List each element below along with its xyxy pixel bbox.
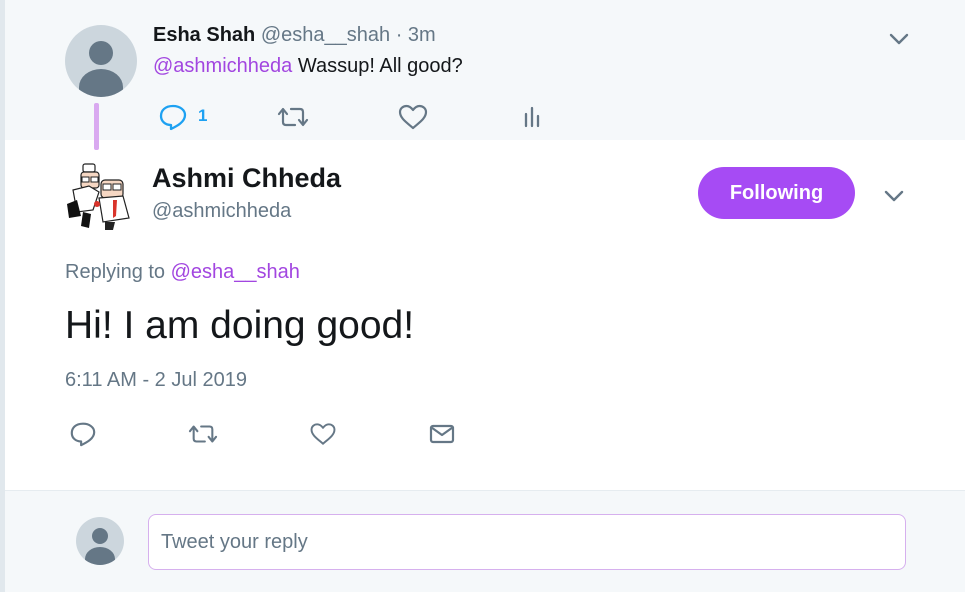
user-avatar[interactable]	[63, 160, 135, 232]
parent-author-name[interactable]: Esha Shah	[153, 24, 255, 46]
reply-input[interactable]	[148, 514, 906, 570]
reply-count: 1	[198, 106, 208, 125]
reply-icon[interactable]	[157, 102, 189, 132]
replying-to: Replying to @esha__shah	[65, 261, 300, 284]
chevron-down-icon[interactable]	[883, 26, 915, 52]
author-handle[interactable]: @ashmichheda	[152, 200, 291, 223]
parent-tweet-body: Wassup! All good?	[292, 55, 463, 77]
author-name[interactable]: Ashmi Chheda	[152, 163, 341, 194]
analytics-icon[interactable]	[517, 102, 547, 132]
reply-icon[interactable]	[68, 420, 98, 448]
retweet-icon[interactable]	[275, 102, 311, 132]
following-button[interactable]: Following	[698, 167, 855, 219]
retweet-icon[interactable]	[186, 420, 220, 448]
tweet-text: Hi! I am doing good!	[65, 304, 415, 347]
parent-tweet-header: Esha Shah @esha__shah · 3m	[153, 24, 436, 47]
default-avatar-icon	[76, 517, 124, 565]
chevron-down-icon[interactable]	[878, 183, 910, 209]
like-icon[interactable]	[308, 420, 338, 448]
parent-tweet-text: @ashmichheda Wassup! All good?	[153, 55, 463, 78]
default-avatar-icon[interactable]	[65, 25, 137, 97]
thread-connector-line	[94, 103, 99, 150]
parent-author-handle[interactable]: @esha__shah	[261, 24, 390, 46]
like-icon[interactable]	[396, 102, 430, 132]
parent-tweet-time[interactable]: · 3m	[396, 24, 436, 46]
tweet-timestamp[interactable]: 6:11 AM - 2 Jul 2019	[65, 369, 247, 392]
reply-composer	[5, 490, 965, 592]
replying-to-mention[interactable]: @esha__shah	[171, 261, 300, 283]
direct-message-icon[interactable]	[428, 420, 456, 448]
parent-tweet[interactable]: Esha Shah @esha__shah · 3m @ashmichheda …	[5, 0, 965, 140]
mention-link[interactable]: @ashmichheda	[153, 55, 292, 77]
replying-to-label: Replying to	[65, 261, 171, 283]
